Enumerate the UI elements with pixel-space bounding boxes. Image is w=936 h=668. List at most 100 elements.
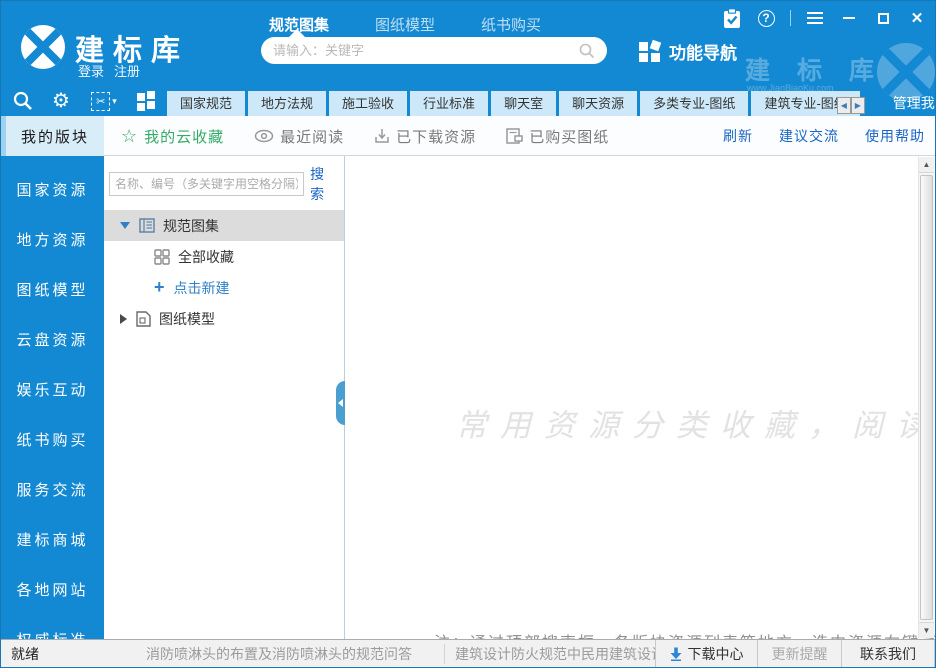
tab-book-purchase[interactable]: 纸书购买 [481,14,541,35]
suggestion-link[interactable]: 建议交流 [779,126,839,146]
tree-search-button[interactable]: 搜索 [310,164,338,204]
scrollbar-thumb[interactable] [920,175,933,620]
maximize-button[interactable] [873,7,893,29]
sidebar-item-national-resources[interactable]: 国家资源 [1,166,104,216]
help-link[interactable]: 使用帮助 [865,126,925,146]
function-nav-grid-icon [639,41,661,63]
sidebar-item-book-purchase[interactable]: 纸书购买 [1,416,104,466]
sidebar-item-local-resources[interactable]: 地方资源 [1,216,104,266]
category-tab-strip: 国家规范 地方法规 施工验收 行业标准 聊天室 聊天资源 多类专业-图纸 建筑专… [167,91,935,116]
header-toolbar: ⚙ ✂▾ [11,89,159,113]
vertical-scrollbar[interactable]: ▲ ▼ [918,157,934,638]
favorites-tree-panel: 搜索 规范图集 [104,156,345,639]
app-logo-icon [21,25,65,69]
tree-search-input[interactable] [109,172,304,196]
settings-gear-icon[interactable]: ⚙ [49,89,73,113]
account-links: 登录注册 [78,61,150,80]
tab-multi-discipline-drawings[interactable]: 多类专业-图纸 [640,91,748,116]
tree-node-all-favorites[interactable]: 全部收藏 [104,241,344,272]
download-center-button[interactable]: 下载中心 [655,640,757,667]
tab-national-standards[interactable]: 国家规范 [167,91,245,116]
sidebar: 国家资源 地方资源 图纸模型 云盘资源 娱乐互动 纸书购买 服务交流 建标商城 … [1,156,104,667]
toolbar-links: 刷新 建议交流 使用帮助 [723,116,925,156]
contact-us-button[interactable]: 联系我们 [841,640,935,667]
scroll-down-icon[interactable]: ▼ [919,622,934,638]
panel-collapse-handle[interactable] [336,381,345,425]
primary-tabs: 规范图集 图纸模型 纸书购买 [269,14,541,35]
collection-views: ☆ 我的云收藏 最近阅读 已下载资源 [121,116,609,156]
tree-node-create-new[interactable]: + 点击新建 [104,272,344,303]
all-favorites-grid-icon [154,249,170,265]
plus-icon: + [154,277,165,298]
function-nav-button[interactable]: 功能导航 [639,39,737,64]
tree-node-label: 全部收藏 [178,247,234,267]
apps-grid-icon[interactable] [135,89,159,113]
sidebar-item-entertainment[interactable]: 娱乐互动 [1,366,104,416]
tree-node-drawing-models[interactable]: 图纸模型 [104,303,344,334]
controls-divider [790,10,791,26]
view-recent-reads[interactable]: 最近阅读 [254,126,344,147]
status-bar: 就绪 消防喷淋头的布置及消防喷淋头的规范问答 建筑设计防火规范中民用建筑设计常用… [1,639,935,667]
sidebar-item-service-exchange[interactable]: 服务交流 [1,466,104,516]
collapse-left-arrow-icon [338,399,343,407]
tab-scroll-right-icon[interactable]: ▶ [851,97,865,114]
status-ready: 就绪 [1,644,146,664]
search-icon[interactable] [579,43,595,59]
status-message-1[interactable]: 消防喷淋头的布置及消防喷淋头的规范问答 [146,644,444,664]
atlas-book-icon [139,218,155,233]
eye-icon [254,129,274,143]
tab-chat-room[interactable]: 聊天室 [491,91,556,116]
tab-drawing-models[interactable]: 图纸模型 [375,14,435,35]
help-icon[interactable]: ? [756,7,776,29]
tree-node-label: 规范图集 [163,216,219,236]
login-link[interactable]: 登录 [78,64,104,79]
scroll-up-icon[interactable]: ▲ [919,157,934,173]
tab-scroll-arrows: ◀ ▶ [837,97,865,114]
window-controls: ? ✕ [722,6,927,30]
function-nav-label: 功能导航 [669,39,737,64]
app-window: 建 标 库 www.JianBiaoKu.com 建标库 登录注册 规范图集 图… [0,0,936,668]
view-downloaded[interactable]: 已下载资源 [374,126,476,147]
tree-node-label: 点击新建 [174,278,230,298]
tree-search-row: 搜索 [104,156,344,210]
search-tool-icon[interactable] [11,89,35,113]
status-message-2[interactable]: 建筑设计防火规范中民用建筑设计常用条文 [444,644,655,664]
content-watermark-text: 常用资源分类收藏，阅读查找更方便 [456,400,935,445]
main-content: 常用资源分类收藏，阅读查找更方便 注：通过顶部搜索框、各版块资源列表等地方，选中… [346,156,935,639]
tree-node-standard-atlas[interactable]: 规范图集 [104,210,344,241]
drawing-page-icon [136,311,151,327]
collapse-arrow-icon[interactable] [120,222,130,229]
close-button[interactable]: ✕ [907,7,927,29]
update-reminder-button[interactable]: 更新提醒 [757,640,841,667]
tree-node-label: 图纸模型 [159,309,215,329]
tab-chat-resources[interactable]: 聊天资源 [559,91,637,116]
sidebar-item-jianbiao-mall[interactable]: 建标商城 [1,516,104,566]
download-icon [374,128,390,144]
global-search-input[interactable] [273,43,579,58]
menu-icon[interactable] [805,7,825,29]
sidebar-item-my-blocks[interactable]: 我的版块 [1,116,104,156]
tab-industry-standards[interactable]: 行业标准 [410,91,488,116]
watermark-brand-text: 建 标 库 [745,51,884,87]
title-bar: 建 标 库 www.JianBiaoKu.com 建标库 登录注册 规范图集 图… [1,1,935,116]
drawing-sheet-icon [506,128,523,144]
screenshot-tool-icon[interactable]: ✂▾ [87,89,121,113]
tab-manage-my-blocks[interactable]: 管理我的版块 [877,91,936,116]
global-search-box[interactable] [261,37,607,64]
sidebar-item-cloud-resources[interactable]: 云盘资源 [1,316,104,366]
refresh-link[interactable]: 刷新 [723,126,753,146]
tab-local-regulations[interactable]: 地方法规 [248,91,326,116]
star-icon: ☆ [121,127,138,145]
view-cloud-favorites[interactable]: ☆ 我的云收藏 [121,126,224,147]
download-arrow-icon [670,647,682,661]
view-purchased[interactable]: 已购买图纸 [506,126,609,147]
clipboard-check-icon[interactable] [722,7,742,29]
tab-scroll-left-icon[interactable]: ◀ [837,97,851,114]
sidebar-item-drawing-models[interactable]: 图纸模型 [1,266,104,316]
minimize-button[interactable] [839,7,859,29]
expand-arrow-icon[interactable] [120,314,127,324]
sidebar-item-regional-sites[interactable]: 各地网站 [1,566,104,616]
content-toolbar-row: 我的版块 ☆ 我的云收藏 最近阅读 已下载资源 [1,116,935,156]
tab-construction-acceptance[interactable]: 施工验收 [329,91,407,116]
register-link[interactable]: 注册 [114,64,140,79]
